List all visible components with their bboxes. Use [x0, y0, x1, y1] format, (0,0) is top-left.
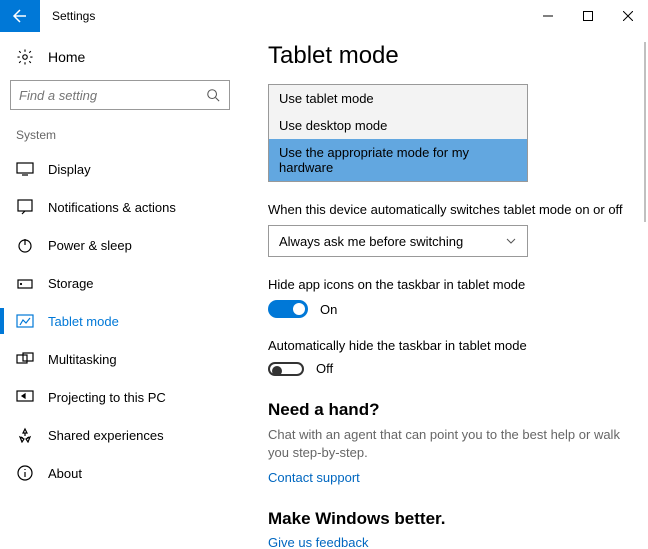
display-icon [16, 160, 34, 178]
storage-icon [16, 274, 34, 292]
window-title: Settings [40, 0, 107, 32]
hide-icons-toggle[interactable] [268, 300, 308, 318]
shared-icon [16, 426, 34, 444]
search-input[interactable] [19, 88, 205, 103]
multitasking-icon [16, 350, 34, 368]
feedback-link[interactable]: Give us feedback [268, 535, 626, 549]
auto-switch-dropdown[interactable]: Always ask me before switching [268, 225, 528, 257]
sidebar-item-storage[interactable]: Storage [10, 264, 230, 302]
content-area: Tablet mode Use tablet mode Use desktop … [240, 32, 648, 549]
home-button[interactable]: Home [10, 40, 230, 80]
auto-hide-label: Automatically hide the taskbar in tablet… [268, 338, 626, 353]
back-button[interactable] [0, 0, 40, 32]
tablet-icon [16, 312, 34, 330]
help-text: Chat with an agent that can point you to… [268, 426, 626, 462]
dropdown-option[interactable]: Use tablet mode [269, 85, 527, 112]
info-icon [16, 464, 34, 482]
auto-switch-label: When this device automatically switches … [268, 202, 626, 217]
auto-switch-value: Always ask me before switching [279, 234, 463, 249]
sidebar-item-shared[interactable]: Shared experiences [10, 416, 230, 454]
home-label: Home [48, 49, 85, 65]
help-heading: Need a hand? [268, 400, 626, 420]
sidebar-item-display[interactable]: Display [10, 150, 230, 188]
search-icon [205, 87, 221, 103]
chevron-down-icon [505, 235, 517, 247]
sidebar-item-projecting[interactable]: Projecting to this PC [10, 378, 230, 416]
sidebar-item-power[interactable]: Power & sleep [10, 226, 230, 264]
gear-icon [16, 48, 34, 66]
contact-support-link[interactable]: Contact support [268, 470, 626, 485]
sidebar-item-notifications[interactable]: Notifications & actions [10, 188, 230, 226]
auto-hide-state: Off [316, 361, 333, 376]
notifications-icon [16, 198, 34, 216]
signin-mode-dropdown[interactable]: Use tablet mode Use desktop mode Use the… [268, 84, 528, 182]
projecting-icon [16, 388, 34, 406]
feedback-heading: Make Windows better. [268, 509, 626, 529]
auto-hide-toggle[interactable] [268, 362, 304, 376]
page-title: Tablet mode [268, 42, 626, 70]
hide-icons-label: Hide app icons on the taskbar in tablet … [268, 277, 626, 292]
sidebar-item-about[interactable]: About [10, 454, 230, 492]
close-button[interactable] [608, 0, 648, 32]
maximize-button[interactable] [568, 0, 608, 32]
minimize-button[interactable] [528, 0, 568, 32]
sidebar: Home System Display Notifications & acti… [0, 32, 240, 549]
dropdown-option-selected[interactable]: Use the appropriate mode for my hardware [269, 139, 527, 181]
title-bar: Settings [0, 0, 648, 32]
hide-icons-state: On [320, 302, 337, 317]
scrollbar[interactable] [644, 42, 646, 222]
sidebar-group-header: System [10, 128, 230, 150]
sidebar-item-tablet-mode[interactable]: Tablet mode [10, 302, 230, 340]
search-box[interactable] [10, 80, 230, 110]
dropdown-option[interactable]: Use desktop mode [269, 112, 527, 139]
power-icon [16, 236, 34, 254]
sidebar-item-multitasking[interactable]: Multitasking [10, 340, 230, 378]
